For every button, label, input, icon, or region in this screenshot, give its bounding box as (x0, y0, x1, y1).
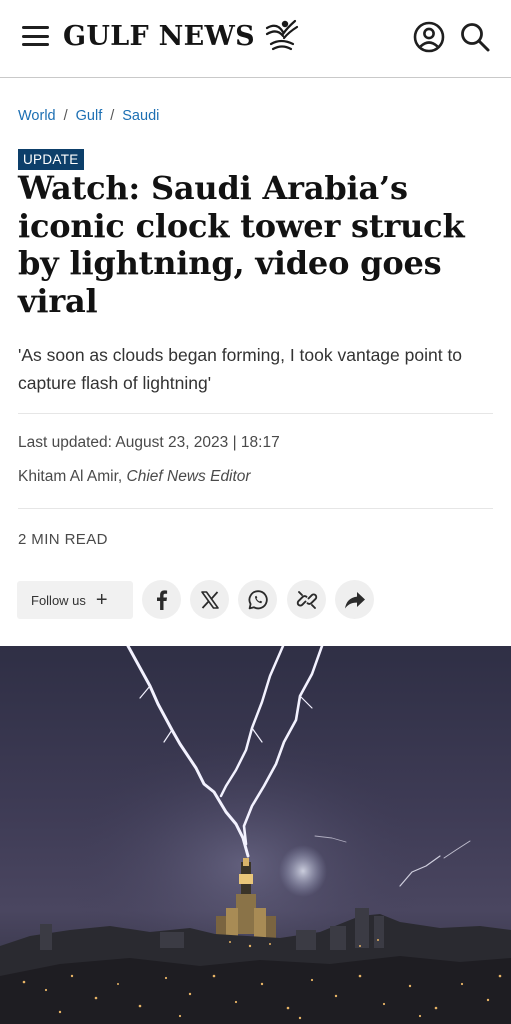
whatsapp-icon (248, 589, 268, 609)
x-share-button[interactable] (190, 580, 229, 619)
site-logo[interactable]: GULF NEWS (63, 18, 299, 54)
read-time: 2 MIN READ (18, 531, 108, 548)
share-button[interactable] (335, 580, 374, 619)
breadcrumb-saudi[interactable]: Saudi (122, 108, 159, 124)
user-account-icon[interactable] (412, 20, 446, 54)
article-headline: Watch: Saudi Arabia’s iconic clock tower… (18, 169, 465, 320)
author-byline[interactable]: Khitam Al Amir, Chief News Editor (18, 468, 251, 486)
whatsapp-share-button[interactable] (238, 580, 277, 619)
logo-text: GULF NEWS (63, 20, 255, 52)
x-twitter-icon (200, 590, 219, 609)
falcon-logo-icon (265, 19, 299, 51)
search-icon[interactable] (459, 21, 491, 53)
last-updated-timestamp: Last updated: August 23, 2023 | 18:17 (18, 434, 280, 451)
divider (18, 508, 493, 509)
plus-icon: + (95, 589, 108, 611)
hamburger-menu-icon[interactable] (22, 26, 49, 48)
breadcrumb-separator: / (110, 108, 115, 124)
follow-us-button[interactable]: Follow us + (17, 581, 133, 619)
author-title: Chief News Editor (126, 468, 251, 485)
follow-us-label: Follow us (31, 592, 86, 608)
site-header: GULF NEWS (0, 0, 511, 78)
facebook-icon (156, 589, 167, 610)
copy-link-button[interactable] (287, 580, 326, 619)
article-summary: 'As soon as clouds began forming, I took… (18, 345, 463, 393)
breadcrumb-world[interactable]: World (18, 108, 56, 124)
breadcrumb: World / Gulf / Saudi (18, 108, 159, 124)
share-arrow-icon (344, 591, 365, 608)
facebook-share-button[interactable] (142, 580, 181, 619)
breadcrumb-separator: / (63, 108, 68, 124)
hero-image-lightning-clock-tower[interactable] (0, 646, 511, 1024)
divider (18, 413, 493, 414)
author-name[interactable]: Khitam Al Amir, (18, 468, 122, 485)
update-badge: UPDATE (18, 149, 84, 170)
breadcrumb-gulf[interactable]: Gulf (76, 108, 103, 124)
copy-link-icon (296, 590, 317, 609)
